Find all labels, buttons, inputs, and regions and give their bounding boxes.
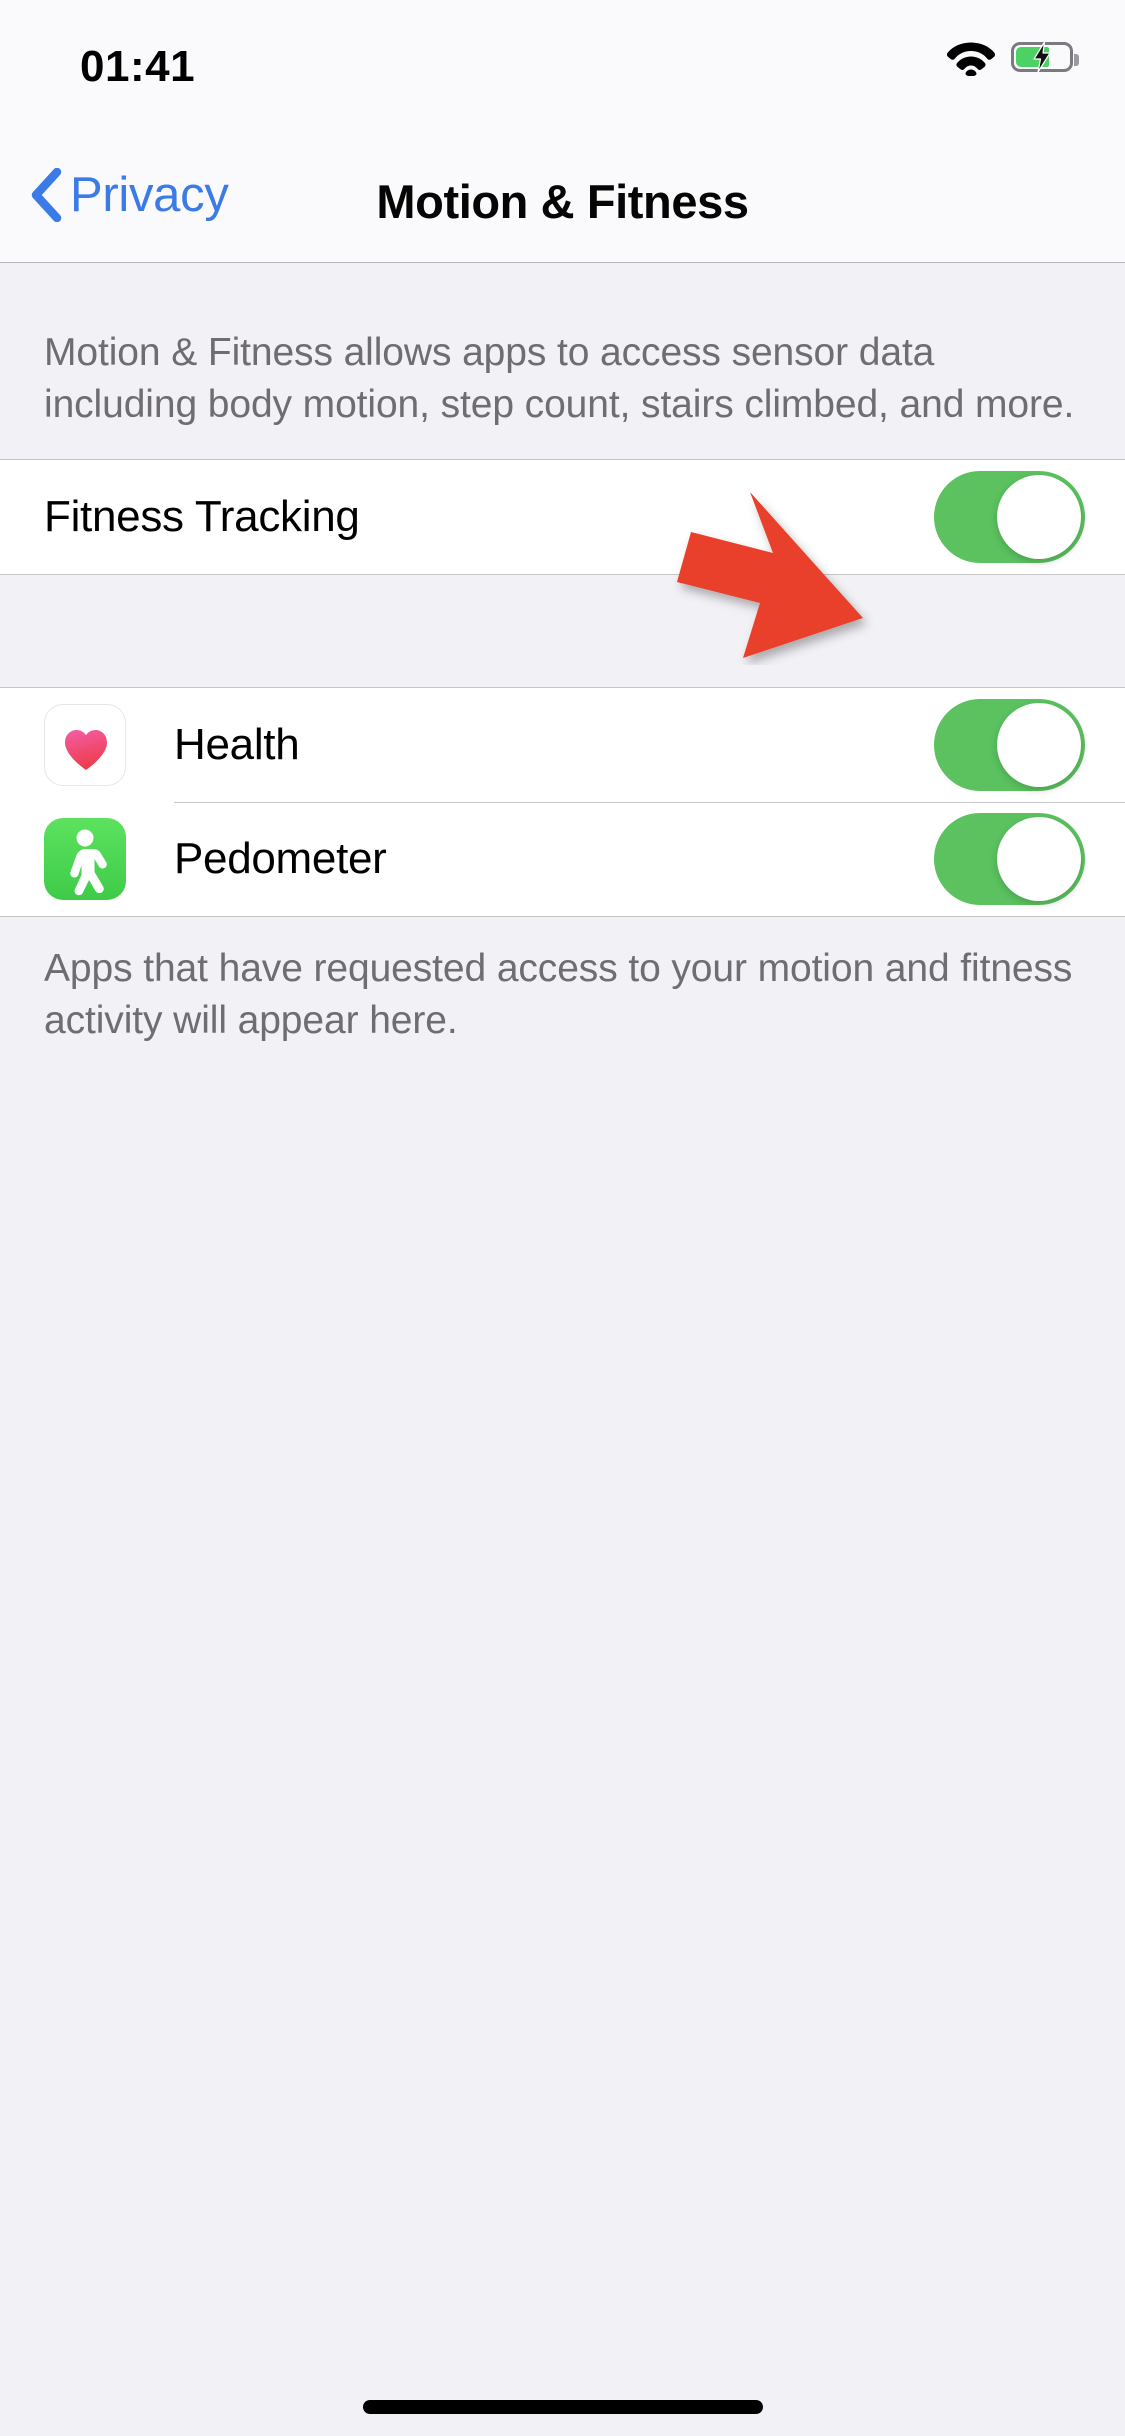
status-bar-indicators [947,38,1079,76]
fitness-tracking-group: Fitness Tracking [0,458,1125,575]
toggle-knob [997,816,1081,901]
section-spacer [0,574,1125,687]
status-bar-time: 01:41 [80,42,196,91]
page-title: Motion & Fitness [376,175,749,228]
settings-content: Motion & Fitness allows apps to access s… [0,263,1125,2436]
apps-group: Health Pedometer [0,686,1125,917]
health-toggle[interactable] [934,698,1085,791]
toggle-knob [997,702,1081,787]
motion-fitness-description: Motion & Fitness allows apps to access s… [44,331,1075,426]
row-separator [174,801,1125,803]
pedometer-toggle[interactable] [934,812,1085,905]
wifi-icon [947,42,995,76]
heart-glyph [65,729,107,770]
fitness-tracking-toggle[interactable] [934,470,1085,563]
apps-footer-text: Apps that have requested access to your … [44,946,1073,1042]
heart-icon [44,703,126,786]
status-bar: 01:41 [0,0,1125,132]
fitness-tracking-label: Fitness Tracking [44,491,360,541]
toggle-knob [997,474,1081,559]
health-label: Health [174,719,300,769]
row-fitness-tracking[interactable]: Fitness Tracking [0,459,1125,574]
battery-charging-icon [1011,42,1079,72]
pedometer-label: Pedometer [174,833,387,883]
row-health[interactable]: Health [0,687,1125,802]
walking-person-glyph [70,829,107,895]
navigation-bar: Privacy Motion & Fitness [0,132,1125,263]
row-pedometer[interactable]: Pedometer [0,801,1125,916]
lightning-bolt-icon [1033,42,1051,72]
walking-person-icon [44,817,126,900]
home-indicator[interactable] [362,2400,763,2414]
